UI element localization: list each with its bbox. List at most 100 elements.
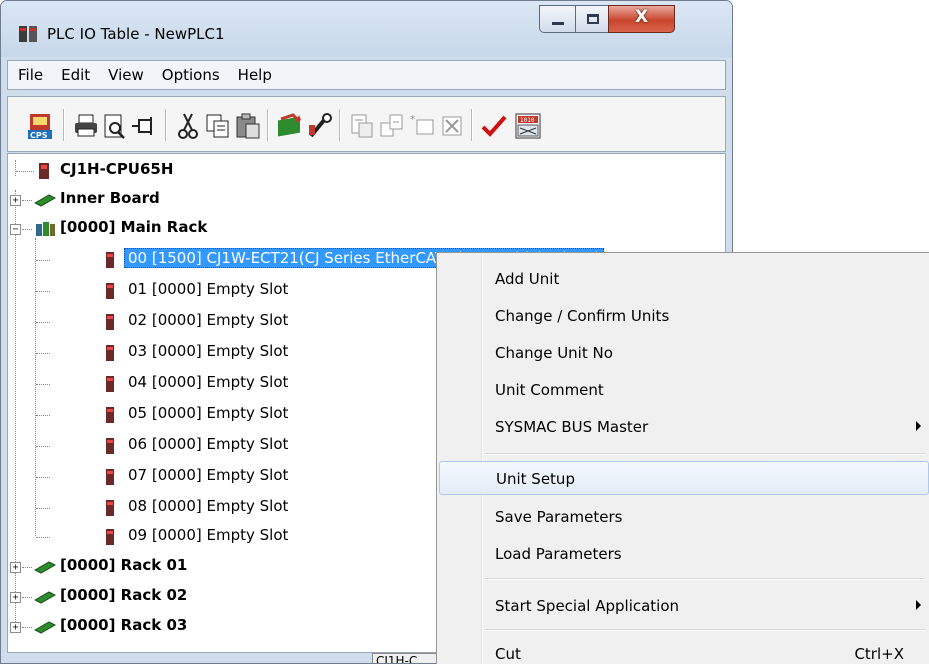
expand-icon[interactable]: + bbox=[10, 622, 21, 633]
tree-connector bbox=[22, 597, 32, 598]
check-icon[interactable] bbox=[479, 111, 509, 141]
rack-label: [0000] Rack 01 bbox=[60, 556, 188, 574]
slot-label: 04 [0000] Empty Slot bbox=[128, 373, 289, 391]
tree-item-inner-board[interactable]: + Inner Board bbox=[8, 188, 723, 212]
tree-connector bbox=[22, 567, 32, 568]
slot-label: 02 [0000] Empty Slot bbox=[128, 311, 289, 329]
context-menu: Add Unit Change / Confirm Units Change U… bbox=[436, 252, 929, 664]
tree-connector bbox=[22, 627, 32, 628]
close-button[interactable]: X bbox=[608, 5, 675, 33]
window-controls: X bbox=[539, 5, 675, 33]
toolbar-separator bbox=[165, 109, 167, 141]
main-rack-label: [0000] Main Rack bbox=[60, 218, 208, 236]
menu-item-change-unit-no[interactable]: Change Unit No bbox=[439, 336, 929, 370]
copy-icon[interactable] bbox=[203, 111, 233, 141]
menu-file[interactable]: File bbox=[18, 66, 43, 84]
slot-label: 01 [0000] Empty Slot bbox=[128, 280, 289, 298]
menu-item-sysmac-bus-master[interactable]: SYSMAC BUS Master bbox=[439, 410, 929, 444]
collapse-icon[interactable]: − bbox=[10, 224, 21, 235]
menu-item-load-parameters[interactable]: Load Parameters bbox=[439, 537, 929, 571]
unit-icon bbox=[106, 314, 114, 330]
window-title: PLC IO Table - NewPLC1 bbox=[47, 25, 225, 43]
print-icon[interactable] bbox=[71, 111, 101, 141]
cpu-unit-icon bbox=[39, 163, 49, 179]
menu-item-unit-setup[interactable]: Unit Setup bbox=[439, 461, 929, 495]
unit-delete-icon[interactable] bbox=[437, 111, 467, 141]
menu-item-label: Unit Setup bbox=[496, 470, 575, 488]
menu-item-save-parameters[interactable]: Save Parameters bbox=[439, 500, 929, 534]
unit-icon bbox=[106, 469, 114, 485]
io-table-icon[interactable]: 1010 bbox=[513, 111, 543, 141]
rack-label: [0000] Rack 03 bbox=[60, 616, 188, 634]
menu-item-label: Start Special Application bbox=[495, 597, 680, 615]
cps-icon[interactable]: CPS bbox=[25, 111, 55, 141]
inner-board-label: Inner Board bbox=[60, 189, 160, 207]
expand-icon[interactable]: + bbox=[10, 562, 21, 573]
unit-icon bbox=[106, 345, 114, 361]
tree-connector bbox=[36, 446, 50, 447]
expand-icon[interactable]: + bbox=[10, 195, 21, 206]
unit-params-icon[interactable] bbox=[347, 111, 377, 141]
tree-connector bbox=[36, 384, 50, 385]
tree-connector bbox=[36, 353, 50, 354]
menu-separator bbox=[485, 453, 925, 455]
unit-icon bbox=[106, 500, 114, 516]
menu-item-start-special-application[interactable]: Start Special Application bbox=[439, 589, 929, 623]
menu-options[interactable]: Options bbox=[162, 66, 220, 84]
expand-icon[interactable]: + bbox=[10, 592, 21, 603]
menu-view[interactable]: View bbox=[108, 66, 144, 84]
menu-item-cut[interactable]: Cut Ctrl+X bbox=[439, 637, 929, 664]
menu-item-label: SYSMAC BUS Master bbox=[495, 418, 649, 436]
menu-item-add-unit[interactable]: Add Unit bbox=[439, 262, 929, 296]
unit-add-icon[interactable] bbox=[377, 111, 407, 141]
wrench-icon[interactable] bbox=[305, 111, 335, 141]
slot-label: 09 [0000] Empty Slot bbox=[128, 526, 289, 544]
menu-item-change-confirm-units[interactable]: Change / Confirm Units bbox=[439, 299, 929, 333]
maximize-button[interactable] bbox=[575, 5, 608, 33]
menu-help[interactable]: Help bbox=[238, 66, 272, 84]
paste-icon[interactable] bbox=[233, 111, 263, 141]
toolbar-separator bbox=[63, 109, 65, 141]
tree-connector bbox=[36, 291, 50, 292]
tree-item-main-rack[interactable]: − [0000] Main Rack bbox=[8, 217, 723, 241]
board-icon bbox=[34, 194, 56, 207]
print-preview-icon[interactable] bbox=[99, 111, 129, 141]
menu-item-unit-comment[interactable]: Unit Comment bbox=[439, 373, 929, 407]
menu-item-label: Change / Confirm Units bbox=[495, 307, 670, 325]
tree-connector bbox=[16, 171, 34, 172]
menu-bar: File Edit View Options Help bbox=[7, 60, 726, 90]
toolbar-separator bbox=[471, 109, 473, 141]
tree-connector bbox=[36, 537, 50, 538]
menu-item-label: Cut bbox=[495, 645, 521, 663]
unit-icon bbox=[106, 252, 114, 268]
maximize-icon bbox=[587, 14, 599, 24]
tree-connector bbox=[36, 322, 50, 323]
menu-item-label: Change Unit No bbox=[495, 344, 613, 362]
menu-item-label: Load Parameters bbox=[495, 545, 622, 563]
unit-new-icon[interactable]: * bbox=[407, 111, 437, 141]
unit-icon bbox=[106, 376, 114, 392]
minimize-button[interactable] bbox=[539, 5, 575, 33]
slot-label: 03 [0000] Empty Slot bbox=[128, 342, 289, 360]
tree-item-cpu[interactable]: CJ1H-CPU65H bbox=[8, 159, 723, 183]
cut-icon[interactable] bbox=[173, 111, 203, 141]
menu-item-label: Add Unit bbox=[495, 270, 560, 288]
submenu-arrow-icon bbox=[916, 421, 921, 431]
tree-connector bbox=[36, 260, 50, 261]
cpu-label: CJ1H-CPU65H bbox=[60, 160, 174, 178]
menu-separator bbox=[485, 629, 925, 631]
menu-edit[interactable]: Edit bbox=[61, 66, 90, 84]
tree-connector bbox=[36, 477, 50, 478]
toolbar-separator bbox=[267, 109, 269, 141]
svg-text:CPS: CPS bbox=[30, 131, 48, 140]
pin-icon[interactable] bbox=[129, 111, 159, 141]
title-bar[interactable]: PLC IO Table - NewPLC1 X bbox=[1, 1, 732, 57]
minimize-icon bbox=[552, 22, 564, 25]
transfer-icon[interactable] bbox=[275, 111, 305, 141]
slot-label: 05 [0000] Empty Slot bbox=[128, 404, 289, 422]
slot-label: 06 [0000] Empty Slot bbox=[128, 435, 289, 453]
svg-text:*: * bbox=[410, 113, 416, 126]
unit-icon bbox=[106, 283, 114, 299]
rack-board-icon bbox=[34, 561, 56, 574]
toolbar: CPS * 1010 bbox=[7, 96, 726, 152]
